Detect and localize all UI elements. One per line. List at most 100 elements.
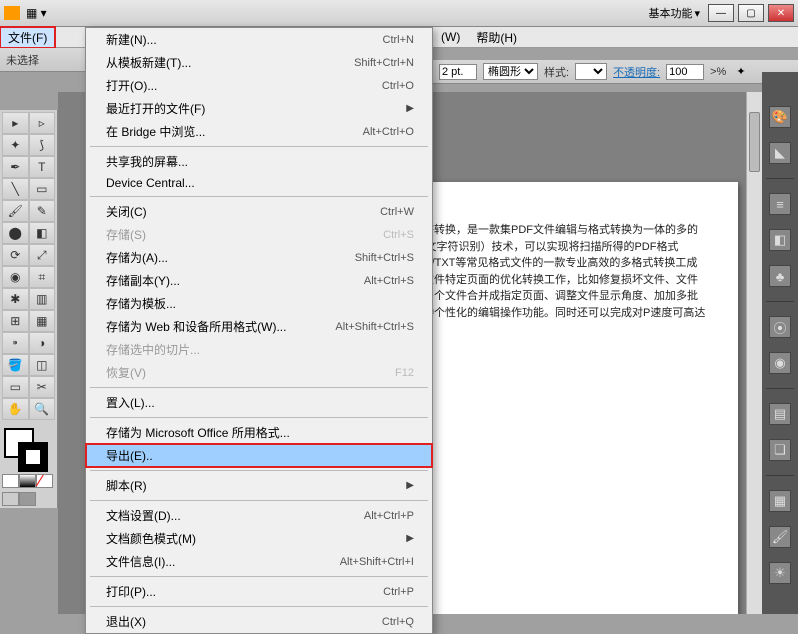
menu-device-central[interactable]: Device Central... <box>86 173 432 193</box>
scrollbar-thumb[interactable] <box>749 112 760 172</box>
menu-separator <box>90 470 428 471</box>
close-button[interactable]: ✕ <box>768 4 794 22</box>
brush-shape-select[interactable]: 椭圆形 <box>483 63 538 80</box>
workspace-switcher[interactable]: 基本功能 ▾ <box>644 4 704 22</box>
brushes-panel-icon[interactable]: 🖌 <box>769 526 791 548</box>
live-paint-tool[interactable]: 🪣 <box>2 354 29 376</box>
symbols-panel-icon[interactable]: ☀ <box>769 562 791 584</box>
lasso-tool[interactable]: ⟆ <box>29 134 56 156</box>
menu-export[interactable]: 导出(E).. <box>86 444 432 467</box>
type-tool[interactable]: T <box>29 156 56 178</box>
menu-file[interactable]: 文件(F) <box>0 27 55 48</box>
zoom-tool[interactable]: 🔍 <box>29 398 56 420</box>
slice-tool[interactable]: ✂ <box>29 376 56 398</box>
paintbrush-tool[interactable]: 🖌 <box>2 200 29 222</box>
chevron-right-icon: ▶ <box>406 480 414 491</box>
options-bar-right: 椭圆形 样式: 不透明度: >% ✦ <box>433 60 798 84</box>
menu-separator <box>90 387 428 388</box>
style-label: 样式: <box>544 64 569 80</box>
artboards-panel-icon[interactable]: ❏ <box>769 439 791 461</box>
menu-share-screen[interactable]: 共享我的屏幕... <box>86 150 432 173</box>
rectangle-tool[interactable]: ▭ <box>29 178 56 200</box>
menu-window[interactable]: (W) <box>433 28 468 46</box>
menu-exit[interactable]: 退出(X)Ctrl+Q <box>86 610 432 633</box>
menu-place[interactable]: 置入(L)... <box>86 391 432 414</box>
blend-tool[interactable]: ◑ <box>29 332 56 354</box>
title-bar: ▦ ▾ 基本功能 ▾ — ▢ ✕ <box>0 0 798 27</box>
gradient-tool[interactable]: ▦ <box>29 310 56 332</box>
color-mode-none[interactable]: ⁄ <box>36 474 53 488</box>
menu-help[interactable]: 帮助(H) <box>468 27 525 48</box>
artboard-tool[interactable]: ▭ <box>2 376 29 398</box>
menu-close[interactable]: 关闭(C)Ctrl+W <box>86 200 432 223</box>
blob-brush-tool[interactable]: ⬤ <box>2 222 29 244</box>
opacity-input[interactable] <box>666 64 704 80</box>
titlebar-right: 基本功能 ▾ — ▢ ✕ <box>644 4 794 22</box>
menu-document-setup[interactable]: 文档设置(D)...Alt+Ctrl+P <box>86 504 432 527</box>
menu-new[interactable]: 新建(N)...Ctrl+N <box>86 28 432 51</box>
menu-browse-bridge[interactable]: 在 Bridge 中浏览...Alt+Ctrl+O <box>86 120 432 143</box>
style-select[interactable] <box>575 63 607 80</box>
pen-tool[interactable]: ✒ <box>2 156 29 178</box>
scale-tool[interactable]: ⤢ <box>29 244 56 266</box>
menu-document-color-mode[interactable]: 文档颜色模式(M)▶ <box>86 527 432 550</box>
color-mode-color[interactable] <box>2 474 19 488</box>
graphic-styles-panel-icon[interactable]: ◉ <box>769 352 791 374</box>
transparency-panel-icon[interactable]: ♣ <box>769 265 791 287</box>
menu-save-as[interactable]: 存储为(A)...Shift+Ctrl+S <box>86 246 432 269</box>
magic-wand-tool[interactable]: ✦ <box>2 134 29 156</box>
pencil-tool[interactable]: ✎ <box>29 200 56 222</box>
graph-tool[interactable]: ▥ <box>29 288 56 310</box>
menu-print[interactable]: 打印(P)...Ctrl+P <box>86 580 432 603</box>
direct-selection-tool[interactable]: ▹ <box>29 112 56 134</box>
menu-save-selected-slices: 存储选中的切片... <box>86 338 432 361</box>
screen-mode-normal[interactable] <box>2 492 19 506</box>
color-guide-panel-icon[interactable]: ◣ <box>769 142 791 164</box>
color-panel-icon[interactable]: 🎨 <box>769 106 791 128</box>
menu-scripts[interactable]: 脚本(R)▶ <box>86 474 432 497</box>
options-flyout-icon[interactable]: ✦ <box>736 65 745 78</box>
opacity-label[interactable]: 不透明度: <box>613 64 660 80</box>
menu-new-from-template[interactable]: 从模板新建(T)...Shift+Ctrl+N <box>86 51 432 74</box>
menu-save-template[interactable]: 存储为模板... <box>86 292 432 315</box>
minimize-button[interactable]: — <box>708 4 734 22</box>
eyedropper-tool[interactable]: ⁍ <box>2 332 29 354</box>
toolbox: ▸▹ ✦⟆ ✒T ╲▭ 🖌✎ ⬤◧ ⟳⤢ ◉⌗ ✱▥ ⊞▦ ⁍◑ 🪣◫ ▭✂ ✋… <box>0 110 58 508</box>
gradient-panel-icon[interactable]: ◧ <box>769 229 791 251</box>
menu-save-for-web[interactable]: 存储为 Web 和设备所用格式(W)...Alt+Shift+Ctrl+S <box>86 315 432 338</box>
rotate-tool[interactable]: ⟳ <box>2 244 29 266</box>
menu-separator <box>90 576 428 577</box>
menu-open[interactable]: 打开(O)...Ctrl+O <box>86 74 432 97</box>
free-transform-tool[interactable]: ⌗ <box>29 266 56 288</box>
warp-tool[interactable]: ◉ <box>2 266 29 288</box>
stroke-panel-icon[interactable]: ≡ <box>769 193 791 215</box>
selection-tool[interactable]: ▸ <box>2 112 29 134</box>
workspace-label: 基本功能 <box>648 5 692 21</box>
menu-save-copy[interactable]: 存储副本(Y)...Alt+Ctrl+S <box>86 269 432 292</box>
screen-mode-row <box>2 492 55 506</box>
maximize-button[interactable]: ▢ <box>738 4 764 22</box>
opacity-pct-label: >% <box>710 66 726 78</box>
symbol-sprayer-tool[interactable]: ✱ <box>2 288 29 310</box>
stroke-swatch[interactable] <box>18 442 48 472</box>
layers-panel-icon[interactable]: ▤ <box>769 403 791 425</box>
color-mode-gradient[interactable] <box>19 474 36 488</box>
menu-file-info[interactable]: 文件信息(I)...Alt+Shift+Ctrl+I <box>86 550 432 573</box>
color-mode-row: ⁄ <box>2 474 55 488</box>
live-paint-selection-tool[interactable]: ◫ <box>29 354 56 376</box>
chevron-right-icon: ▶ <box>406 533 414 544</box>
menu-open-recent[interactable]: 最近打开的文件(F)▶ <box>86 97 432 120</box>
eraser-tool[interactable]: ◧ <box>29 222 56 244</box>
vertical-scrollbar[interactable] <box>746 92 762 614</box>
screen-mode-full[interactable] <box>19 492 36 506</box>
app-logo-icon <box>4 6 20 20</box>
stroke-weight-input[interactable] <box>439 64 477 80</box>
line-tool[interactable]: ╲ <box>2 178 29 200</box>
menu-save-for-ms-office[interactable]: 存储为 Microsoft Office 所用格式... <box>86 421 432 444</box>
fill-stroke-swatch[interactable] <box>2 426 54 470</box>
appearance-panel-icon[interactable]: ⦿ <box>769 316 791 338</box>
hand-tool[interactable]: ✋ <box>2 398 29 420</box>
swatches-panel-icon[interactable]: ▦ <box>769 490 791 512</box>
mesh-tool[interactable]: ⊞ <box>2 310 29 332</box>
layout-switch-icon[interactable]: ▦ ▾ <box>26 6 47 20</box>
